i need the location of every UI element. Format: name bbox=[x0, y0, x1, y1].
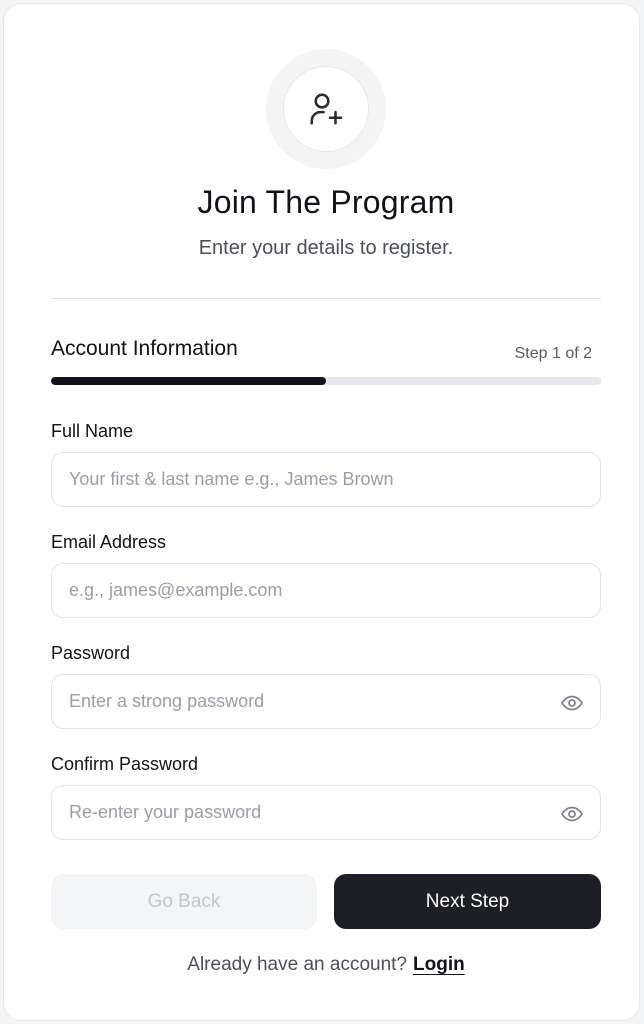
registration-card: Join The Program Enter your details to r… bbox=[3, 3, 640, 1021]
section-title: Account Information bbox=[51, 337, 238, 360]
confirm-password-input[interactable] bbox=[52, 786, 600, 839]
login-link[interactable]: Login bbox=[413, 954, 465, 975]
login-prompt: Already have an account? Login bbox=[4, 954, 644, 976]
eye-icon[interactable] bbox=[560, 691, 584, 715]
progress-bar-fill bbox=[51, 377, 326, 385]
password-input[interactable] bbox=[52, 675, 600, 728]
user-plus-icon bbox=[310, 93, 343, 125]
page-subtitle: Enter your details to register. bbox=[198, 237, 454, 259]
avatar-circle bbox=[283, 66, 369, 152]
page-title: Join The Program bbox=[197, 184, 455, 220]
eye-icon[interactable] bbox=[560, 802, 584, 826]
email-input[interactable] bbox=[52, 564, 600, 617]
login-prompt-text: Already have an account? bbox=[187, 954, 407, 975]
password-label: Password bbox=[51, 643, 131, 663]
full-name-field-wrapper bbox=[51, 452, 601, 507]
password-field-wrapper bbox=[51, 674, 601, 729]
progress-bar bbox=[51, 377, 601, 385]
full-name-label: Full Name bbox=[51, 421, 134, 441]
email-field-wrapper bbox=[51, 563, 601, 618]
divider bbox=[51, 298, 601, 299]
email-label: Email Address bbox=[51, 532, 167, 552]
full-name-input[interactable] bbox=[52, 453, 600, 506]
avatar-badge bbox=[266, 49, 386, 169]
step-indicator: Step 1 of 2 bbox=[514, 345, 592, 362]
go-back-button[interactable]: Go Back bbox=[51, 874, 317, 929]
confirm-password-label: Confirm Password bbox=[51, 754, 199, 774]
next-step-button[interactable]: Next Step bbox=[334, 874, 601, 929]
confirm-password-field-wrapper bbox=[51, 785, 601, 840]
